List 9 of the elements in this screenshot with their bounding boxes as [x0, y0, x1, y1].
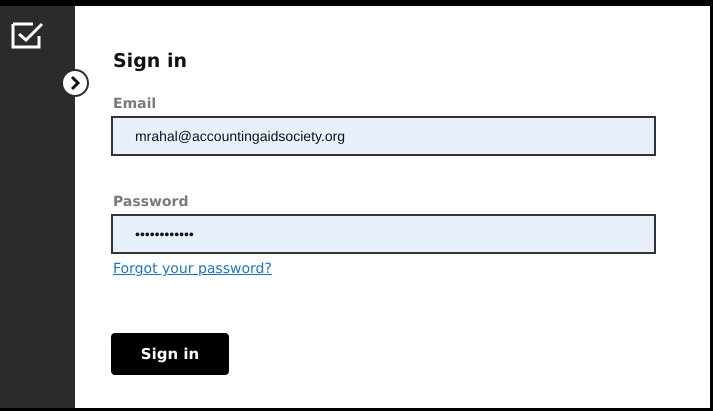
field-label: Password — [113, 194, 190, 210]
page-title: Sign in — [113, 50, 188, 74]
field-label: Email — [113, 96, 158, 112]
input-field[interactable]: mrahal@accountingaidsociety.org — [111, 116, 656, 156]
forgot-password-link[interactable]: Forgot your password? — [113, 261, 272, 277]
input-field[interactable]: •••••••••••• — [111, 214, 656, 254]
sign-in-button[interactable]: Sign in — [111, 333, 229, 375]
checkbox-icon — [11, 20, 45, 50]
expand-icon[interactable] — [60, 68, 90, 98]
